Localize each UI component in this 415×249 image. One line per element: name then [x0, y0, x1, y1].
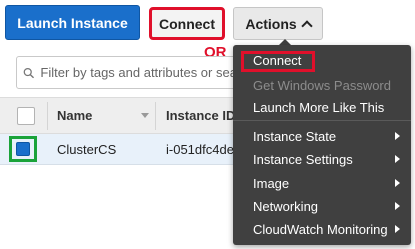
actions-menu: Connect Get Windows Password Launch More…	[233, 45, 411, 245]
menu-item-cloudwatch-monitoring[interactable]: CloudWatch Monitoring	[233, 218, 411, 241]
menu-item-launch-more-like-this[interactable]: Launch More Like This	[233, 96, 411, 119]
menu-item-image[interactable]: Image	[233, 172, 411, 195]
row-checkbox-highlight	[9, 136, 37, 162]
column-divider	[155, 102, 156, 130]
menu-divider	[233, 120, 411, 121]
chevron-right-icon	[395, 132, 400, 140]
chevron-up-icon	[301, 19, 313, 32]
instance-name-cell: ClusterCS	[57, 142, 117, 157]
search-input[interactable]: Filter by tags and attributes or search	[16, 56, 256, 89]
menu-item-label: Launch More Like This	[253, 100, 385, 115]
menu-item-label: CloudWatch Monitoring	[253, 222, 388, 237]
menu-item-label: Image	[253, 176, 290, 191]
menu-item-get-windows-password: Get Windows Password	[233, 74, 411, 97]
menu-item-label: Instance State	[253, 129, 337, 144]
chevron-right-icon	[395, 225, 400, 233]
row-checkbox[interactable]	[16, 142, 30, 156]
actions-button[interactable]: Actions	[233, 7, 323, 40]
menu-item-label: Get Windows Password	[253, 78, 391, 93]
chevron-right-icon	[395, 155, 400, 163]
connect-button[interactable]: Connect	[149, 7, 225, 40]
sort-down-icon[interactable]	[141, 113, 149, 118]
launch-instance-button[interactable]: Launch Instance	[5, 5, 140, 40]
instance-id-cell: i-051dfc4de	[166, 142, 234, 157]
search-placeholder: Filter by tags and attributes or search	[40, 65, 255, 80]
menu-item-networking[interactable]: Networking	[233, 195, 411, 218]
column-divider	[47, 102, 48, 130]
column-header-instance-id[interactable]: Instance ID	[166, 108, 235, 123]
column-header-name[interactable]: Name	[57, 108, 92, 123]
menu-item-label: Networking	[253, 199, 319, 214]
menu-item-label: Connect	[253, 53, 302, 68]
menu-item-connect[interactable]: Connect	[233, 49, 411, 72]
menu-item-label: Instance Settings	[253, 152, 353, 167]
chevron-right-icon	[395, 202, 400, 210]
table-header: Name Instance ID	[0, 97, 240, 134]
select-all-checkbox[interactable]	[17, 107, 35, 125]
menu-item-instance-settings[interactable]: Instance Settings	[233, 148, 411, 171]
menu-item-instance-state[interactable]: Instance State	[233, 125, 411, 148]
actions-button-label: Actions	[245, 15, 297, 32]
table-row[interactable]: ClusterCS i-051dfc4de	[0, 134, 240, 165]
chevron-right-icon	[395, 179, 400, 187]
search-icon	[23, 67, 34, 78]
